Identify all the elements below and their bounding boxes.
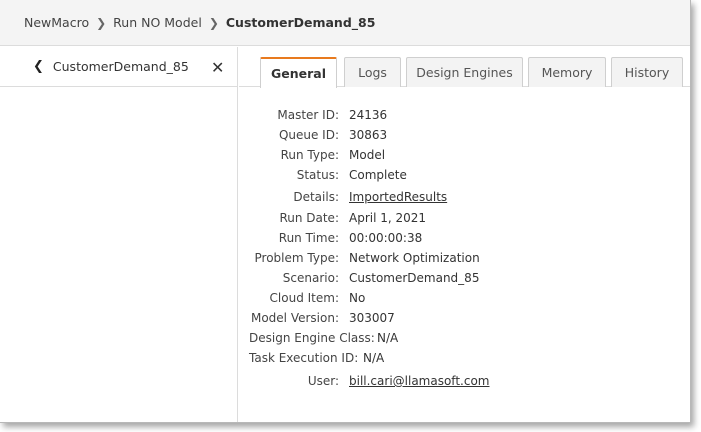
detail-row-user: User: bill.cari@llamasoft.com [0,374,490,392]
detail-value: No [349,291,366,305]
tab-history[interactable]: History [611,57,683,87]
detail-row-status: Status: Complete [0,168,452,186]
run-details-window: NewMacro ❯ Run NO Model ❯ CustomerDemand… [0,0,691,423]
detail-value: April 1, 2021 [349,211,427,225]
detail-label: Cloud Item: [269,291,339,305]
detail-row-task-execution-id: Task Execution ID: N/A [0,351,452,369]
detail-row-run-type: Run Type: Model [0,148,452,166]
detail-value: Complete [349,168,407,182]
tab-memory[interactable]: Memory [528,57,606,87]
close-icon[interactable]: ✕ [211,58,224,77]
detail-label: Details: [293,190,339,204]
detail-row-details: Details: ImportedResults [0,190,452,208]
detail-label: Scenario: [282,271,339,285]
detail-label: Queue ID: [278,128,339,142]
detail-value: Network Optimization [349,251,480,265]
breadcrumb-item-current: CustomerDemand_85 [225,15,376,30]
detail-row-problem-type: Problem Type: Network Optimization [0,251,480,269]
chevron-right-icon: ❯ [96,15,107,30]
detail-row-run-date: Run Date: April 1, 2021 [0,211,452,229]
tab-bar: General Logs Design Engines Memory Histo… [239,47,690,88]
chevron-left-icon[interactable]: ❮ [33,59,44,74]
imported-results-link[interactable]: ImportedResults [349,190,447,204]
user-email-link[interactable]: bill.cari@llamasoft.com [349,374,489,388]
sidebar-header: ❮ CustomerDemand_85 ✕ [0,47,237,87]
detail-label: Run Type: [280,148,339,162]
detail-value: 00:00:00:38 [349,231,423,245]
detail-label: Problem Type: [254,251,339,265]
detail-label: Design Engine Class: [249,331,375,345]
breadcrumb-item-newmacro[interactable]: NewMacro [24,15,89,30]
detail-label: Status: [296,168,339,182]
detail-row-master-id: Master ID: 24136 [0,108,452,126]
detail-label: User: [307,374,339,388]
detail-value: 30863 [349,128,388,142]
breadcrumb: NewMacro ❯ Run NO Model ❯ CustomerDemand… [0,0,690,46]
detail-label: Run Date: [279,211,339,225]
detail-value: 303007 [349,311,395,325]
detail-label: Model Version: [250,311,339,325]
tab-design-engines[interactable]: Design Engines [406,57,523,87]
tab-general[interactable]: General [260,57,337,88]
detail-value: CustomerDemand_85 [349,271,480,285]
detail-value: 24136 [349,108,388,122]
breadcrumb-item-run-no-model[interactable]: Run NO Model [113,15,202,30]
detail-value: N/A [363,351,385,365]
tab-logs[interactable]: Logs [344,57,401,87]
detail-row-queue-id: Queue ID: 30863 [0,128,452,146]
detail-row-cloud-item: Cloud Item: No [0,291,452,309]
detail-row-design-engine-class: Design Engine Class: N/A [0,331,452,349]
detail-label: Master ID: [277,108,339,122]
detail-value: Model [349,148,386,162]
detail-value: N/A [377,331,399,345]
detail-row-model-version: Model Version: 303007 [0,311,452,329]
detail-label: Task Execution ID: [249,351,359,365]
sidebar-title: CustomerDemand_85 [52,59,189,74]
chevron-right-icon: ❯ [208,15,219,30]
detail-label: Run Time: [278,231,339,245]
detail-row-run-time: Run Time: 00:00:00:38 [0,231,452,249]
detail-row-scenario: Scenario: CustomerDemand_85 [0,271,480,289]
